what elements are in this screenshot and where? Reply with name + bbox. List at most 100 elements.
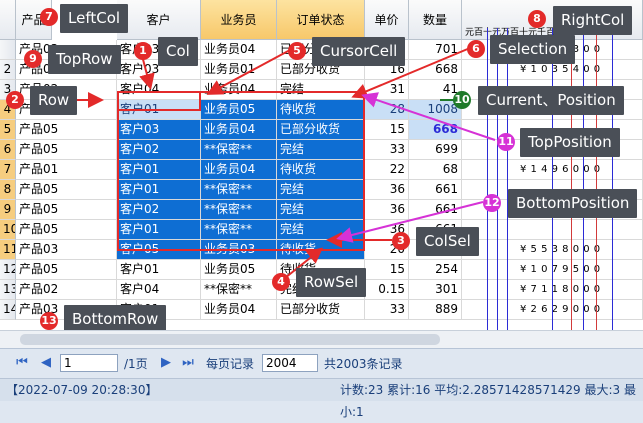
page-total-label: /1页: [124, 357, 148, 371]
cell-unit-price[interactable]: 33: [365, 140, 409, 160]
cell-product[interactable]: 产品03: [16, 240, 117, 260]
badge-row: 2: [6, 91, 24, 109]
digit-line: [487, 28, 488, 330]
cell-product[interactable]: 产品05: [16, 140, 117, 160]
cell-order-status[interactable]: 已部分收货: [277, 300, 365, 320]
row-number[interactable]: 8: [0, 180, 16, 200]
badge-bottomrow: 13: [40, 312, 58, 330]
badge-current: 10: [453, 91, 471, 109]
row-number[interactable]: 11: [0, 240, 16, 260]
status-bar: 【2022-07-09 20:28:30】 计数:23 累计:16 平均:2.2…: [0, 378, 643, 419]
cell-unit-price[interactable]: 36: [365, 200, 409, 220]
row-number[interactable]: 10: [0, 220, 16, 240]
cell-unit-price[interactable]: 0.15: [365, 280, 409, 300]
row-number[interactable]: 7: [0, 160, 16, 180]
row-number[interactable]: 14: [0, 300, 16, 320]
row-number[interactable]: 13: [0, 280, 16, 300]
cell-unit-price[interactable]: 31: [365, 80, 409, 100]
cell-unit-price[interactable]: 28: [365, 100, 409, 120]
cell-customer[interactable]: 客户01: [117, 260, 201, 280]
badge-rightcol: 8: [528, 10, 546, 28]
per-page-label: 每页记录: [206, 357, 255, 371]
next-page-icon[interactable]: ▶: [158, 355, 174, 371]
cell-salesman[interactable]: **保密**: [201, 280, 277, 300]
row-number[interactable]: 6: [0, 140, 16, 160]
row-number[interactable]: 9: [0, 200, 16, 220]
cell-product[interactable]: 产品05: [16, 200, 117, 220]
data-grid[interactable]: 产品 客户 业务员 订单状态 单价 数量 元百十元万百十元千百万分 产品03客户…: [0, 0, 643, 330]
cell-product[interactable]: 产品05: [16, 120, 117, 140]
scroll-thumb[interactable]: [20, 334, 440, 345]
badge-selection: 6: [467, 40, 485, 58]
cell-quantity[interactable]: 68: [409, 160, 462, 180]
corner-header[interactable]: [0, 0, 16, 40]
cell-unit-price[interactable]: 36: [365, 180, 409, 200]
cell-unit-price[interactable]: 15: [365, 260, 409, 280]
last-page-icon[interactable]: ⏭: [180, 355, 196, 371]
pager-bar: ⏮ ◀ 1 /1页 ▶ ⏭ 每页记录 2004 共2003条记录: [0, 348, 643, 379]
digit-line: [497, 28, 498, 330]
cell-product[interactable]: 产品01: [16, 160, 117, 180]
digit-line: [612, 28, 613, 330]
digit-line: [571, 28, 572, 330]
cell-customer[interactable]: 客户04: [117, 280, 201, 300]
callout-topposition: TopPosition: [520, 128, 620, 157]
cell-unit-price[interactable]: 22: [365, 160, 409, 180]
callout-colsel: ColSel: [416, 227, 479, 256]
row-number[interactable]: [0, 40, 16, 60]
callout-bottomposition: BottomPosition: [508, 189, 638, 218]
cell-salesman[interactable]: 业务员04: [201, 300, 277, 320]
cell-salesman[interactable]: 业务员04: [201, 40, 277, 60]
callout-selection: Selection: [490, 35, 576, 64]
header-unit-price[interactable]: 单价: [365, 0, 409, 40]
cursor-cell-outline: [117, 91, 201, 111]
cell-quantity[interactable]: 301: [409, 280, 462, 300]
badge-col: 1: [134, 42, 152, 60]
header-customer[interactable]: 客户: [117, 0, 201, 40]
cell-quantity[interactable]: 889: [409, 300, 462, 320]
horizontal-scrollbar[interactable]: [0, 330, 643, 349]
callout-row: Row: [30, 86, 78, 115]
cell-quantity[interactable]: 254: [409, 260, 462, 280]
prev-page-icon[interactable]: ◀: [38, 355, 54, 371]
badge-bottomposition: 12: [483, 194, 501, 212]
badge-leftcol: 7: [40, 8, 58, 26]
callout-col: Col: [158, 37, 198, 66]
cell-unit-price[interactable]: 15: [365, 120, 409, 140]
row-number[interactable]: 12: [0, 260, 16, 280]
cell-product[interactable]: 产品05: [16, 220, 117, 240]
cell-salesman[interactable]: 业务员05: [201, 260, 277, 280]
cell-quantity[interactable]: 668: [409, 120, 462, 140]
callout-cursorcell: CursorCell: [312, 37, 406, 66]
cell-quantity[interactable]: 701: [409, 40, 462, 60]
digit-line: [552, 28, 553, 330]
cell-salesman[interactable]: 业务员01: [201, 60, 277, 80]
cell-product[interactable]: 产品05: [16, 260, 117, 280]
badge-cursorcell: 5: [288, 42, 306, 60]
per-page-input[interactable]: 2004: [262, 354, 318, 372]
digit-line: [596, 28, 597, 330]
selection-outline: [117, 91, 365, 251]
header-order-status[interactable]: 订单状态: [277, 0, 365, 40]
callout-rightcol: RightCol: [553, 6, 633, 35]
cell-unit-price[interactable]: 33: [365, 300, 409, 320]
status-stats: 计数:23 累计:16 平均:2.28571428571429 最大:3 最小:…: [340, 383, 636, 419]
status-datetime: 【2022-07-09 20:28:30】: [6, 383, 158, 397]
callout-toprow: TopRow: [48, 45, 121, 74]
page-number-input[interactable]: 1: [60, 354, 118, 372]
row-number[interactable]: 5: [0, 120, 16, 140]
first-page-icon[interactable]: ⏮: [14, 355, 30, 371]
cell-product[interactable]: 产品02: [16, 280, 117, 300]
cell-quantity[interactable]: 661: [409, 200, 462, 220]
row-number[interactable]: 2: [0, 60, 16, 80]
badge-topposition: 11: [497, 133, 515, 151]
cell-product[interactable]: 产品05: [16, 180, 117, 200]
callout-current: Current、Position: [478, 86, 624, 115]
header-salesman[interactable]: 业务员: [201, 0, 277, 40]
header-quantity[interactable]: 数量: [409, 0, 462, 40]
cell-quantity[interactable]: 661: [409, 180, 462, 200]
total-records-label: 共2003条记录: [324, 357, 403, 371]
digit-line: [583, 28, 584, 330]
cell-quantity[interactable]: 668: [409, 60, 462, 80]
cell-quantity[interactable]: 699: [409, 140, 462, 160]
